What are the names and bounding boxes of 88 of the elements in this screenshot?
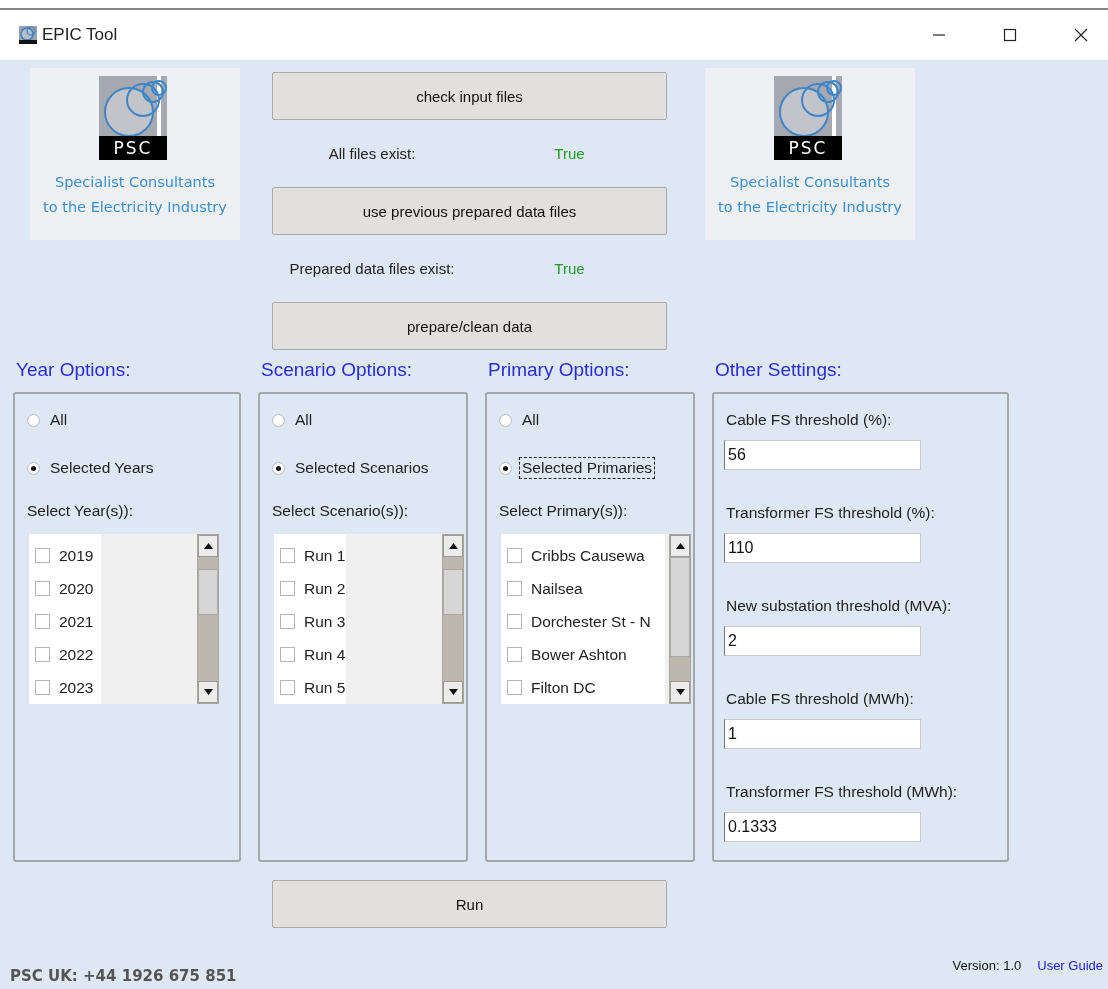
scroll-down-icon[interactable] <box>203 689 213 695</box>
window-title: EPIC Tool <box>42 25 118 45</box>
list-item[interactable]: Cribbs Causewa <box>531 546 645 565</box>
scroll-thumb[interactable] <box>670 557 690 657</box>
list-item[interactable]: 2022 <box>59 645 94 664</box>
section-heading: Year Options: <box>15 358 132 382</box>
field-label: New substation threshold (MVA): <box>726 596 952 616</box>
checkbox[interactable] <box>280 680 295 695</box>
scroll-down-icon[interactable] <box>675 689 685 695</box>
section-heading: Other Settings: <box>714 358 843 382</box>
scroll-up-icon[interactable] <box>203 543 213 549</box>
checkbox[interactable] <box>280 581 295 596</box>
radio-button[interactable] <box>499 461 512 475</box>
radio-button[interactable] <box>27 461 40 475</box>
list-label: Select Primary(s)): <box>499 502 628 521</box>
contact-text: PSC UK: +44 1926 675 851 <box>10 967 237 985</box>
company-logo: PSC Specialist Consultants to the Electricity Industry <box>705 68 915 240</box>
checkbox[interactable] <box>280 614 295 629</box>
status-label: All files exist: <box>327 145 417 162</box>
scroll-thumb[interactable] <box>198 569 218 615</box>
user-guide-link[interactable]: User Guide <box>1037 958 1103 973</box>
close-icon[interactable] <box>1074 28 1088 42</box>
scroll-up-icon[interactable] <box>675 543 685 549</box>
list-item[interactable]: 2021 <box>59 612 94 631</box>
scroll-up-icon[interactable] <box>448 543 458 549</box>
scrollbar[interactable] <box>442 534 464 704</box>
checkbox[interactable] <box>507 581 522 596</box>
radio-label[interactable]: All <box>519 409 543 431</box>
status-label: Prepared data files exist: <box>288 260 456 277</box>
action-button[interactable]: prepare/clean data <box>272 302 667 350</box>
checkbox[interactable] <box>280 647 295 662</box>
field-label: Transformer FS threshold (%): <box>726 503 935 523</box>
list-item[interactable]: Bower Ashton <box>531 645 627 664</box>
maximize-icon[interactable] <box>1003 28 1017 42</box>
list-item[interactable]: Filton DC <box>531 678 596 697</box>
list-item[interactable]: 2020 <box>59 579 94 598</box>
radio-label[interactable]: Selected Years <box>47 457 157 479</box>
scroll-down-icon[interactable] <box>448 689 458 695</box>
company-logo: PSC Specialist Consultants to the Electricity Industry <box>30 68 240 240</box>
scrollbar[interactable] <box>197 534 219 704</box>
version-text: Version: 1.0 <box>952 958 1022 973</box>
checkbox[interactable] <box>35 614 50 629</box>
status-value: True <box>553 145 586 162</box>
checkbox[interactable] <box>280 548 295 563</box>
checkbox[interactable] <box>35 581 50 596</box>
input-field[interactable]: 0.1333 <box>724 812 921 842</box>
checkbox[interactable] <box>507 614 522 629</box>
radio-button[interactable] <box>27 413 40 427</box>
list-item[interactable]: Run 2 <box>304 579 346 598</box>
checkbox[interactable] <box>35 548 50 563</box>
section-heading: Primary Options: <box>487 358 631 382</box>
section-heading: Scenario Options: <box>260 358 414 382</box>
radio-label[interactable]: Selected Scenarios <box>292 457 432 479</box>
checkbox[interactable] <box>507 647 522 662</box>
list-item[interactable]: Run 4 <box>304 645 346 664</box>
checkbox[interactable] <box>35 647 50 662</box>
input-field[interactable]: 2 <box>724 626 921 656</box>
field-label: Cable FS threshold (%): <box>726 410 893 430</box>
radio-label[interactable]: All <box>292 409 316 431</box>
run-button[interactable]: Run <box>272 880 667 928</box>
field-label: Cable FS threshold (MWh): <box>726 689 915 709</box>
checkbox[interactable] <box>507 680 522 695</box>
radio-button[interactable] <box>272 461 285 475</box>
input-field[interactable]: 56 <box>724 440 921 470</box>
list-label: Select Scenario(s)): <box>272 502 409 521</box>
radio-label[interactable]: Selected Primaries <box>519 457 656 479</box>
status-value: True <box>553 260 586 277</box>
list-label: Select Year(s)): <box>27 502 133 521</box>
list-item[interactable]: Dorchester St - N <box>531 612 651 631</box>
input-field[interactable]: 1 <box>724 719 921 749</box>
checkbox[interactable] <box>507 548 522 563</box>
radio-button[interactable] <box>272 413 285 427</box>
radio-label[interactable]: All <box>47 409 71 431</box>
input-field[interactable]: 110 <box>724 533 921 563</box>
scroll-thumb[interactable] <box>443 569 463 615</box>
app-logo-icon <box>18 25 38 45</box>
list-item[interactable]: Run 1 <box>304 546 346 565</box>
field-label: Transformer FS threshold (MWh): <box>726 782 958 802</box>
list-item[interactable]: Nailsea <box>531 579 583 598</box>
radio-button[interactable] <box>499 413 512 427</box>
action-button[interactable]: use previous prepared data files <box>272 187 667 235</box>
list-item[interactable]: Run 3 <box>304 612 346 631</box>
action-button[interactable]: check input files <box>272 72 667 120</box>
scrollbar[interactable] <box>669 534 691 704</box>
list-item[interactable]: 2023 <box>59 678 94 697</box>
list-item[interactable]: 2019 <box>59 546 94 565</box>
checkbox[interactable] <box>35 680 50 695</box>
list-item[interactable]: Run 5 <box>304 678 346 697</box>
